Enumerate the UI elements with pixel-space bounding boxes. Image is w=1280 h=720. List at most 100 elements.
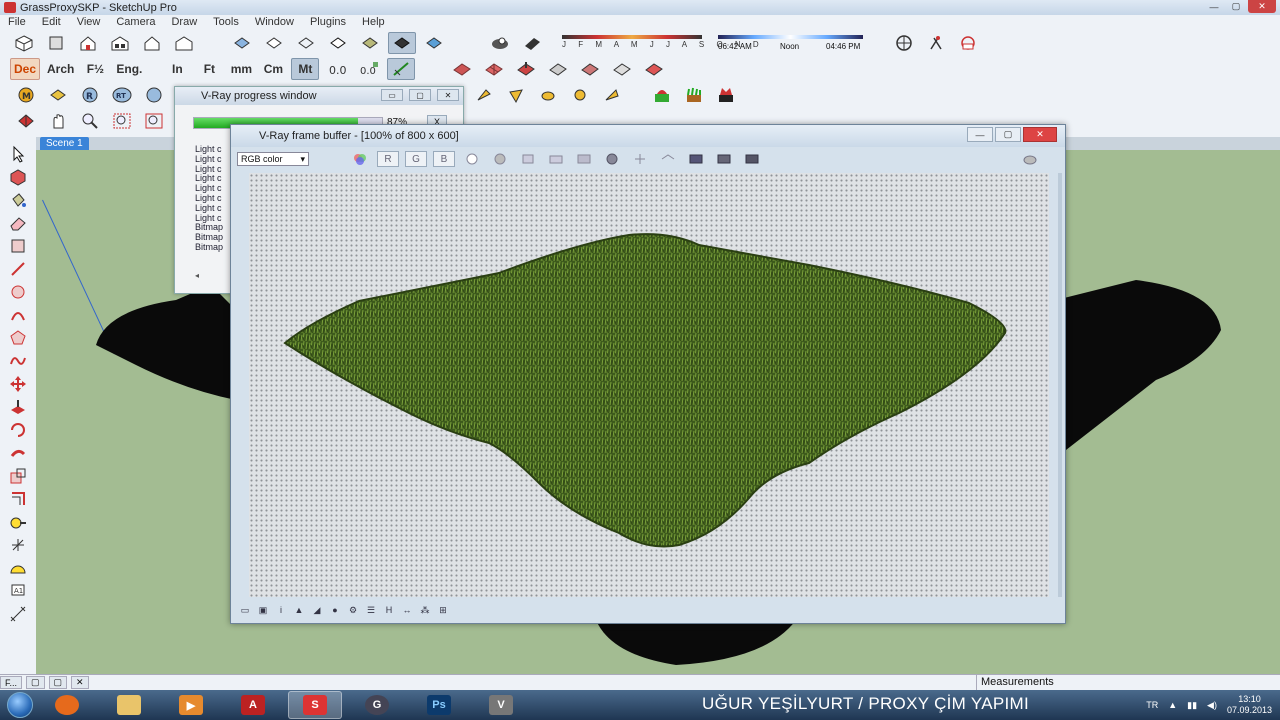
menu-tools[interactable]: Tools [205, 16, 247, 28]
start-button[interactable] [0, 690, 40, 720]
left-view-button[interactable] [170, 32, 198, 54]
pixel-info-icon[interactable]: ⁂ [419, 605, 431, 615]
vray-frame-buffer-button[interactable] [140, 84, 168, 106]
text-icon[interactable]: A1 [6, 580, 30, 602]
red-channel-button[interactable]: R [377, 151, 399, 167]
stamp-icon[interactable]: ⊞ [437, 605, 449, 615]
unit-ft-button[interactable]: Ft [195, 58, 223, 80]
levels-icon[interactable]: ▲ [293, 605, 305, 615]
shadow-settings-button[interactable] [486, 32, 514, 54]
ies-light-button[interactable] [566, 84, 594, 106]
unit-mm-button[interactable]: mm [227, 58, 255, 80]
back-edges-button[interactable] [260, 32, 288, 54]
top-view-button[interactable] [42, 32, 70, 54]
line-icon[interactable] [6, 258, 30, 280]
move-icon[interactable] [6, 373, 30, 395]
color-corrections-icon[interactable] [713, 151, 735, 167]
menu-draw[interactable]: Draw [163, 16, 205, 28]
monochrome-button[interactable] [420, 32, 448, 54]
omni-light-button[interactable] [470, 84, 498, 106]
vray-material-editor-button[interactable]: M [12, 84, 40, 106]
rotate-icon[interactable] [6, 419, 30, 441]
menu-help[interactable]: Help [354, 16, 393, 28]
network-icon[interactable]: ▮▮ [1187, 700, 1197, 711]
smoove-button[interactable] [512, 58, 540, 80]
menu-view[interactable]: View [69, 16, 109, 28]
teapot-icon[interactable] [1019, 151, 1041, 167]
compare-icon[interactable]: ↔ [401, 605, 413, 615]
status-tab-credits[interactable]: ▢ [26, 676, 45, 689]
vray-export-button[interactable] [712, 84, 740, 106]
unit-arch-button[interactable]: Arch [44, 58, 77, 80]
arc-icon[interactable] [6, 304, 30, 326]
date-slider[interactable] [562, 35, 702, 39]
clear-image-icon[interactable] [573, 151, 595, 167]
dimension-icon[interactable] [6, 603, 30, 625]
hidden-line-button[interactable] [324, 32, 352, 54]
save-image-icon[interactable] [517, 151, 539, 167]
fb-maximize-button[interactable]: ▢ [995, 127, 1021, 142]
unit-mt-button[interactable]: Mt [291, 58, 320, 80]
precision-button[interactable]: 0.0 [323, 58, 351, 80]
green-channel-button[interactable]: G [405, 151, 427, 167]
volume-icon[interactable]: ◀) [1207, 700, 1217, 711]
freehand-icon[interactable] [6, 350, 30, 372]
render-vertical-scrollbar[interactable] [1058, 173, 1062, 597]
show-history-icon[interactable]: ▭ [239, 605, 251, 615]
unit-dec-button[interactable]: Dec [10, 58, 41, 80]
menu-edit[interactable]: Edit [34, 16, 69, 28]
unit-cm-button[interactable]: Cm [259, 58, 287, 80]
exposure-icon[interactable]: ● [329, 605, 341, 615]
close-button[interactable]: ✕ [1248, 0, 1276, 13]
measurements-box[interactable]: Measurements [976, 675, 1280, 690]
render-canvas[interactable] [249, 173, 1049, 597]
from-contours-button[interactable] [448, 58, 476, 80]
taskbar-vray[interactable]: V [474, 691, 528, 719]
circle-icon[interactable] [6, 281, 30, 303]
lut-icon[interactable]: ⚙ [347, 605, 359, 615]
taskbar-firefox[interactable] [40, 691, 94, 719]
load-image-icon[interactable] [545, 151, 567, 167]
vray-options-button[interactable] [44, 84, 72, 106]
menu-camera[interactable]: Camera [108, 16, 163, 28]
measure-tool-button[interactable] [387, 58, 416, 80]
toggle-shadows-button[interactable] [518, 32, 546, 54]
tape-measure-icon[interactable] [6, 511, 30, 533]
menu-window[interactable]: Window [247, 16, 302, 28]
vray-rt-button[interactable]: RT [108, 84, 136, 106]
pan-icon[interactable] [44, 110, 72, 132]
frame-buffer-titlebar[interactable]: V-Ray frame buffer - [100% of 800 x 600]… [231, 125, 1065, 147]
vray-fur-button[interactable] [680, 84, 708, 106]
orbit-icon[interactable] [12, 110, 40, 132]
select-icon[interactable] [6, 143, 30, 165]
curve-icon[interactable]: ◢ [311, 605, 323, 615]
unit-in-button[interactable]: In [163, 58, 191, 80]
hue-icon[interactable]: H [383, 605, 395, 615]
push-pull-icon[interactable] [6, 396, 30, 418]
taskbar-photoshop[interactable]: Ps [412, 691, 466, 719]
status-tab-layers[interactable]: ▢ [48, 676, 68, 689]
taskbar-media[interactable]: ▶ [164, 691, 218, 719]
mono-icon[interactable] [489, 151, 511, 167]
lens-effects-icon[interactable]: ▣ [257, 605, 269, 615]
front-view-button[interactable] [74, 32, 102, 54]
maximize-button[interactable]: ▢ [1226, 0, 1246, 13]
zoom-extents-icon[interactable] [140, 110, 168, 132]
log-horizontal-scrollbar[interactable]: ◂ [195, 271, 235, 281]
menu-plugins[interactable]: Plugins [302, 16, 354, 28]
scale-icon[interactable] [6, 465, 30, 487]
protractor-icon[interactable] [6, 557, 30, 579]
histogram-icon[interactable] [685, 151, 707, 167]
taskbar-autocad[interactable]: A [226, 691, 280, 719]
track-mouse-icon[interactable] [629, 151, 651, 167]
status-tab-close[interactable]: ✕ [71, 676, 89, 689]
section-cut-button[interactable] [922, 32, 950, 54]
rgb-channels-icon[interactable] [349, 151, 371, 167]
language-indicator[interactable]: TR [1146, 700, 1158, 710]
fb-minimize-button[interactable]: — [967, 127, 993, 142]
time-slider[interactable] [718, 35, 863, 39]
rect-light-button[interactable] [502, 84, 530, 106]
eraser-icon[interactable] [6, 212, 30, 234]
srgb-icon[interactable]: ☰ [365, 605, 377, 615]
region-render-icon[interactable] [657, 151, 679, 167]
